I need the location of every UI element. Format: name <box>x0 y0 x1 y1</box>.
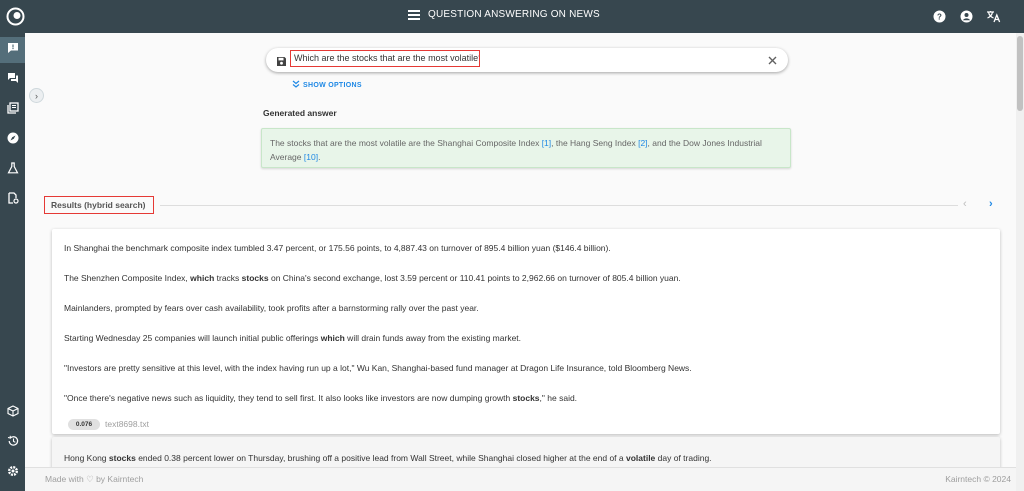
keyword-highlight: which <box>320 333 345 343</box>
next-page-icon[interactable]: › <box>989 198 993 210</box>
result-sentence: Hong Kong stocks ended 0.38 percent lowe… <box>64 453 712 463</box>
result-card[interactable]: In Shanghai the benchmark composite inde… <box>52 229 1000 434</box>
cube-icon <box>6 404 19 422</box>
close-icon[interactable] <box>767 53 778 65</box>
page-title: QUESTION ANSWERING ON NEWS <box>428 9 600 20</box>
sidebar-item-models[interactable] <box>0 400 25 426</box>
sidebar <box>0 33 25 491</box>
results-heading: Results (hybrid search) <box>44 196 154 214</box>
explore-icon <box>7 131 19 149</box>
page-scrollbar-thumb[interactable] <box>1017 36 1023 111</box>
relevance-score-badge: 0.076 <box>68 419 100 430</box>
sidebar-item-conversations[interactable] <box>0 67 25 93</box>
result-sentence: Mainlanders, prompted by fears over cash… <box>64 303 479 313</box>
gear-icon <box>7 464 19 482</box>
sidebar-item-library[interactable] <box>0 97 25 123</box>
save-query-icon[interactable] <box>276 54 287 66</box>
translate-icon[interactable] <box>986 9 1001 24</box>
sidebar-item-settings[interactable] <box>0 460 25 486</box>
document-settings-icon <box>7 191 19 209</box>
account-icon[interactable] <box>959 9 974 24</box>
keyword-highlight: which <box>190 273 215 283</box>
result-sentence: "Investors are pretty sensitive at this … <box>64 363 692 373</box>
source-filename[interactable]: text8698.txt <box>105 419 149 429</box>
keyword-highlight: stocks <box>108 453 136 463</box>
lab-flask-icon <box>7 161 19 179</box>
conversation-icon <box>7 71 19 89</box>
keyword-highlight: stocks <box>512 393 540 403</box>
qa-chat-icon <box>7 41 19 59</box>
result-sentence: Starting Wednesday 25 companies will lau… <box>64 333 522 343</box>
expand-panel-button[interactable]: › <box>29 88 44 103</box>
help-icon[interactable]: ? <box>932 9 947 24</box>
footer-copyright: Kairntech © 2024 <box>945 474 1011 484</box>
hamburger-menu-icon[interactable] <box>408 9 420 20</box>
show-options-label: SHOW OPTIONS <box>303 81 362 89</box>
result-sentence: "Once there's negative news such as liqu… <box>64 393 578 403</box>
citation-link[interactable]: [10] <box>304 152 318 162</box>
results-divider <box>160 205 958 206</box>
show-options-button[interactable]: SHOW OPTIONS <box>292 80 362 90</box>
chevron-right-icon: › <box>35 90 38 101</box>
library-icon <box>6 101 19 119</box>
citation-link[interactable]: [1] <box>542 138 551 148</box>
keyword-highlight: volatile <box>626 453 656 463</box>
kairntech-logo-icon[interactable] <box>6 7 25 26</box>
svg-text:?: ? <box>937 13 942 22</box>
previous-page-icon[interactable]: ‹ <box>963 198 967 210</box>
search-bar: Which are the stocks that are the most v… <box>266 48 788 72</box>
history-icon <box>7 434 19 452</box>
generated-answer-box: The stocks that are the most volatile ar… <box>261 128 791 168</box>
answer-text: , the Hang Seng Index <box>551 138 639 148</box>
footer: Made with ♡ by Kairntech Kairntech © 202… <box>25 467 1016 491</box>
result-sentence: The Shenzhen Composite Index, which trac… <box>64 273 681 283</box>
app-title-group: QUESTION ANSWERING ON NEWS <box>408 9 600 20</box>
answer-text: The stocks that are the most volatile ar… <box>270 138 542 148</box>
citation-link[interactable]: [2] <box>638 138 647 148</box>
result-sentence: In Shanghai the benchmark composite inde… <box>64 243 611 253</box>
sidebar-item-document-settings[interactable] <box>0 187 25 213</box>
sidebar-item-history[interactable] <box>0 430 25 456</box>
generated-answer-heading: Generated answer <box>263 108 337 118</box>
keyword-highlight: stocks <box>241 273 269 283</box>
header-actions: ? <box>932 9 1001 24</box>
sidebar-item-question-answering[interactable] <box>0 37 25 63</box>
double-chevron-down-icon <box>292 80 300 90</box>
search-input[interactable]: Which are the stocks that are the most v… <box>290 50 480 67</box>
top-bar: QUESTION ANSWERING ON NEWS ? <box>0 0 1024 33</box>
sidebar-item-explore[interactable] <box>0 127 25 153</box>
footer-credit: Made with ♡ by Kairntech <box>45 474 144 484</box>
sidebar-item-lab[interactable] <box>0 157 25 183</box>
answer-text: . <box>318 152 321 162</box>
